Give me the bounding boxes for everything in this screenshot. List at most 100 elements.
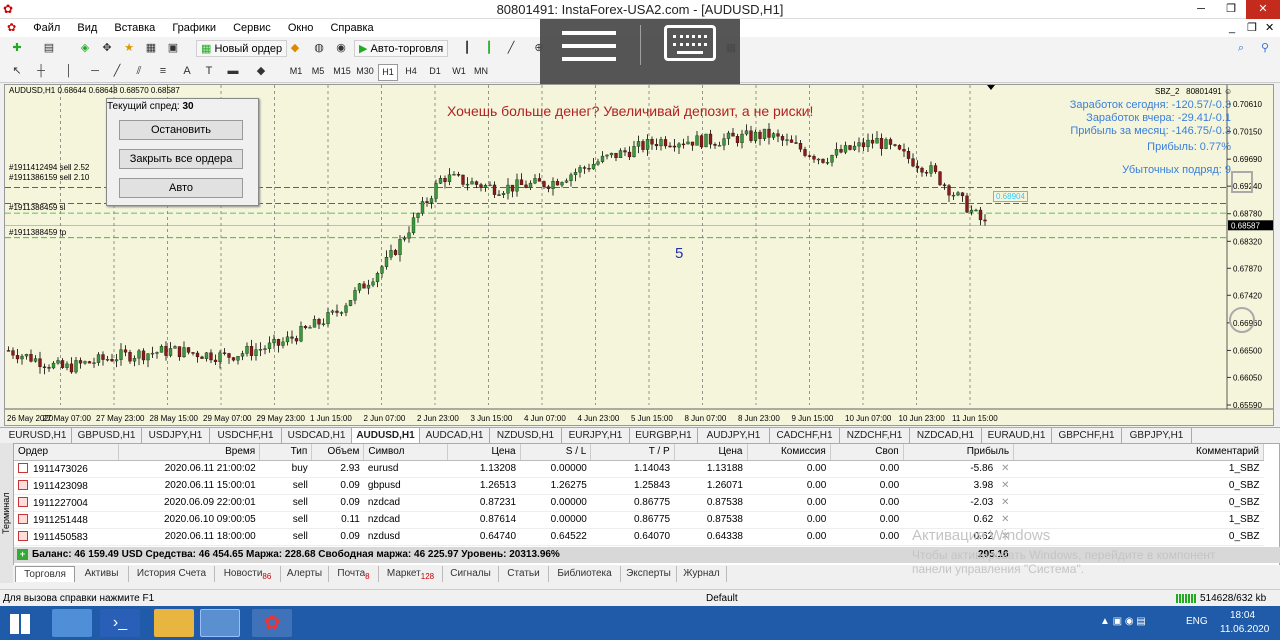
menu-view[interactable]: Вид bbox=[70, 19, 104, 37]
tf-w1[interactable]: W1 bbox=[449, 64, 469, 79]
close-order-icon[interactable]: ✕ bbox=[1001, 463, 1009, 474]
keyboard-icon[interactable] bbox=[664, 25, 716, 61]
symbol-tab-eurgbp[interactable]: EURGBP,H1 bbox=[630, 428, 698, 444]
profiles-icon[interactable]: ▤ bbox=[40, 40, 58, 57]
terminal-tab-6[interactable]: Маркет128 bbox=[379, 566, 443, 582]
new-order-button[interactable]: ▦ Новый ордер bbox=[196, 40, 288, 57]
search-icon[interactable]: ⌕ bbox=[1232, 40, 1250, 57]
channel-icon[interactable]: ⫽ bbox=[130, 63, 148, 80]
tf-m30[interactable]: M30 bbox=[355, 64, 375, 79]
new-chart-icon[interactable]: ✚ bbox=[8, 40, 26, 57]
metatrader-task-icon[interactable]: ✿ bbox=[252, 609, 292, 637]
start-windows-icon[interactable] bbox=[10, 614, 30, 634]
label-icon[interactable]: T bbox=[200, 63, 218, 80]
favorites-icon[interactable]: ★ bbox=[120, 40, 138, 57]
symbol-tab-usdchf[interactable]: USDCHF,H1 bbox=[210, 428, 282, 444]
terminal-tab-8[interactable]: Статьи bbox=[499, 566, 549, 582]
col-header[interactable]: Цена bbox=[674, 444, 748, 461]
child-close-button[interactable]: ✕ bbox=[1258, 19, 1280, 37]
trendline-icon[interactable]: ╱ bbox=[108, 63, 126, 80]
menu-window[interactable]: Окно bbox=[281, 19, 321, 37]
minimize-button[interactable]: ─ bbox=[1186, 0, 1216, 19]
menu-charts[interactable]: Графики bbox=[165, 19, 223, 37]
col-header[interactable]: Время bbox=[118, 444, 261, 461]
server-manager-icon[interactable] bbox=[52, 609, 92, 637]
table-row[interactable]: 1911251448 2020.06.10 09:00:05 sell 0.11 nzd… bbox=[14, 511, 1264, 529]
col-header[interactable]: Цена bbox=[447, 444, 521, 461]
terminal-tab-9[interactable]: Библиотека bbox=[549, 566, 621, 582]
vertical-line-icon[interactable]: │ bbox=[60, 63, 78, 80]
fibonacci-icon[interactable]: ≡ bbox=[154, 63, 172, 80]
signals-icon[interactable]: ◍ bbox=[310, 40, 328, 57]
symbol-tab-nzdusd[interactable]: NZDUSD,H1 bbox=[490, 428, 562, 444]
scroll-box-icon[interactable] bbox=[1231, 171, 1253, 193]
menu-file[interactable]: Файл bbox=[26, 19, 67, 37]
language-indicator[interactable]: ENG bbox=[1186, 616, 1208, 627]
candlestick-icon[interactable]: ┃ bbox=[480, 40, 498, 57]
col-header[interactable]: Комментарий bbox=[1013, 444, 1264, 461]
symbol-tab-gbpusd[interactable]: GBPUSD,H1 bbox=[72, 428, 142, 444]
close-order-icon[interactable]: ✕ bbox=[1001, 480, 1009, 491]
metaeditor-icon[interactable]: ◆ bbox=[286, 40, 304, 57]
tf-m1[interactable]: M1 bbox=[286, 64, 306, 79]
vps-icon[interactable]: ◉ bbox=[332, 40, 350, 57]
symbol-tab-usdjpy[interactable]: USDJPY,H1 bbox=[142, 428, 210, 444]
terminal-tab-0[interactable]: Торговля bbox=[15, 566, 75, 582]
tf-h1[interactable]: H1 bbox=[378, 64, 398, 81]
col-header[interactable]: T / P bbox=[590, 444, 675, 461]
text-icon[interactable]: A bbox=[178, 63, 196, 80]
symbol-tab-nzdcad[interactable]: NZDCAD,H1 bbox=[910, 428, 982, 444]
shapes-icon[interactable]: ◆ bbox=[252, 63, 270, 80]
menu-insert[interactable]: Вставка bbox=[107, 19, 162, 37]
table-row[interactable]: 1911423098 2020.06.11 15:00:01 sell 0.09 gbp… bbox=[14, 477, 1264, 495]
close-order-icon[interactable]: ✕ bbox=[1001, 497, 1009, 508]
symbol-tab-gbpchf[interactable]: GBPCHF,H1 bbox=[1052, 428, 1122, 444]
market-watch-icon[interactable]: ◈ bbox=[76, 40, 94, 57]
bar-chart-icon[interactable]: ┃ bbox=[458, 40, 476, 57]
auto-button[interactable]: Авто bbox=[119, 178, 243, 198]
community-icon[interactable]: ⚲ bbox=[1256, 40, 1274, 57]
symbol-tab-audjpy[interactable]: AUDJPY,H1 bbox=[698, 428, 770, 444]
remote-desktop-icon[interactable] bbox=[200, 609, 240, 637]
col-header[interactable]: Своп bbox=[830, 444, 904, 461]
file-explorer-icon[interactable] bbox=[154, 609, 194, 637]
symbol-tab-euraud[interactable]: EURAUD,H1 bbox=[982, 428, 1052, 444]
col-header[interactable]: Прибыль bbox=[903, 444, 1015, 461]
powershell-icon[interactable]: ›_ bbox=[100, 609, 140, 637]
col-header[interactable]: Ордер bbox=[14, 444, 119, 461]
circle-marker-icon[interactable] bbox=[1229, 307, 1255, 333]
navigator-icon[interactable]: ✥ bbox=[98, 40, 116, 57]
terminal-tab-11[interactable]: Журнал bbox=[677, 566, 727, 582]
symbol-tab-eurusd[interactable]: EURUSD,H1 bbox=[4, 428, 72, 444]
stop-button[interactable]: Остановить bbox=[119, 120, 243, 140]
table-row[interactable]: 1911473026 2020.06.11 21:00:02 buy 2.93 euru… bbox=[14, 460, 1264, 478]
symbol-tab-cadchf[interactable]: CADCHF,H1 bbox=[770, 428, 840, 444]
crosshair-icon[interactable]: ┼ bbox=[32, 63, 50, 80]
symbol-tab-eurjpy[interactable]: EURJPY,H1 bbox=[562, 428, 630, 444]
col-header[interactable]: Символ bbox=[363, 444, 448, 461]
terminal-tab-2[interactable]: История Счета bbox=[129, 566, 215, 582]
symbol-tab-audusd[interactable]: AUDUSD,H1 bbox=[352, 428, 420, 444]
col-header[interactable]: S / L bbox=[520, 444, 592, 461]
col-header[interactable]: Тип bbox=[259, 444, 313, 461]
tf-m5[interactable]: M5 bbox=[308, 64, 328, 79]
close-order-icon[interactable]: ✕ bbox=[1001, 514, 1009, 525]
table-row[interactable]: 1911227004 2020.06.09 22:00:01 sell 0.09 nzd… bbox=[14, 494, 1264, 512]
terminal-tab-5[interactable]: Почта8 bbox=[329, 566, 379, 582]
price-chart[interactable]: 0.70610 0.70150 0.69690 0.69240 0.68780 0.683… bbox=[4, 84, 1274, 426]
tf-m15[interactable]: M15 bbox=[332, 64, 352, 79]
symbol-tab-nzdchf[interactable]: NZDCHF,H1 bbox=[840, 428, 910, 444]
terminal-icon[interactable]: ▦ bbox=[142, 40, 160, 57]
col-header[interactable]: Объем bbox=[311, 444, 365, 461]
tf-d1[interactable]: D1 bbox=[425, 64, 445, 79]
terminal-tab-10[interactable]: Эксперты bbox=[621, 566, 677, 582]
line-chart-icon[interactable]: ╱ bbox=[502, 40, 520, 57]
tester-icon[interactable]: ▣ bbox=[164, 40, 182, 57]
maximize-button[interactable]: ❐ bbox=[1216, 0, 1246, 19]
terminal-tab-4[interactable]: Алерты bbox=[281, 566, 329, 582]
symbol-tab-gbpjpy[interactable]: GBPJPY,H1 bbox=[1122, 428, 1192, 444]
horizontal-line-icon[interactable]: ─ bbox=[86, 63, 104, 80]
clock-date[interactable]: 11.06.2020 bbox=[1220, 624, 1269, 635]
symbol-tab-audcad[interactable]: AUDCAD,H1 bbox=[420, 428, 490, 444]
clock-time[interactable]: 18:04 bbox=[1230, 610, 1255, 621]
